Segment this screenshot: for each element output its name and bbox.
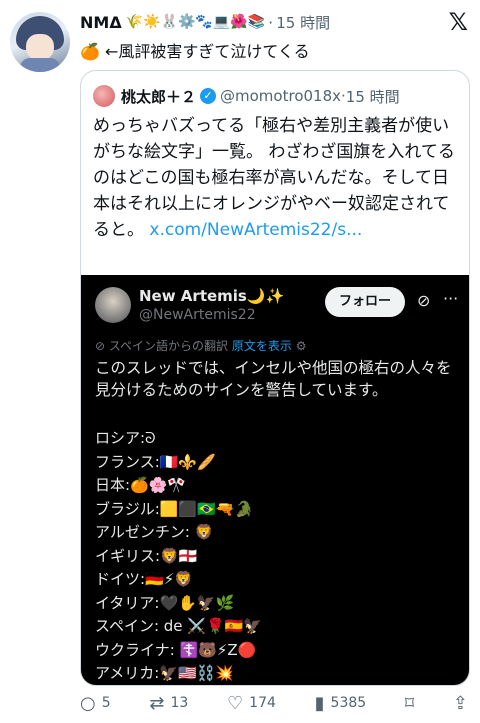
quoted-author-handle[interactable]: @momotro018x bbox=[220, 87, 341, 105]
embedded-author-handle: @NewArtemis22 bbox=[139, 307, 256, 323]
show-original-link: 原文を表示 bbox=[231, 339, 292, 353]
quoted-post-time[interactable]: 15 時間 bbox=[346, 86, 400, 107]
list-item: イギリス:🦁🏴󠁧󠁢󠁥󠁮󠁧󠁿 bbox=[95, 546, 198, 565]
more-options-icon: ··· bbox=[443, 289, 459, 308]
list-item: ロシア:ᘐ bbox=[95, 429, 156, 447]
like-button[interactable]: ♡ 174 bbox=[227, 693, 276, 714]
author-avatar[interactable] bbox=[10, 12, 70, 72]
quoted-author-name[interactable]: 桃太郎＋２ bbox=[121, 86, 196, 107]
list-item: イタリア:🖤✋🦅🌿 bbox=[95, 593, 235, 612]
views-button[interactable]: ▮ 5385 bbox=[315, 693, 367, 714]
post-header: NMΔ 🌾☀️🐰⚙️🐾💻🌺📚 · 15 時間 bbox=[80, 12, 331, 33]
post-time[interactable]: 15 時間 bbox=[276, 12, 330, 33]
list-item: フランス:🇫🇷⚜️🥖 bbox=[95, 452, 216, 471]
quoted-post-body: めっちゃバズってる「極右や差別主義者が使いがちな絵文字」一覧。 わざわざ国旗を入… bbox=[93, 113, 459, 243]
country-emoji-list: ロシア:ᘐ フランス:🇫🇷⚜️🥖 日本:🍊🌸🎌 ブラジル:🟨⬛🇧🇷🔫🐊 アルゼン… bbox=[95, 427, 457, 685]
bookmark-button[interactable]: ⌑ bbox=[405, 693, 414, 714]
quoted-author-avatar[interactable] bbox=[93, 85, 115, 107]
repost-icon: ⇄ bbox=[149, 692, 165, 714]
grok-icon: ⊘ bbox=[417, 291, 431, 310]
verified-badge-icon: ✓ bbox=[200, 88, 217, 104]
translation-source: スペイン語からの翻訳 bbox=[108, 339, 229, 353]
action-bar: ○ 5 ⇄ 13 ♡ 174 ▮ 5385 ⌑ ⇪ bbox=[80, 686, 468, 720]
globe-icon: ⊘ bbox=[95, 339, 106, 353]
embedded-screenshot[interactable]: New Artemis🌙✨ @NewArtemis22 フォロー ⊘ ··· ⊘… bbox=[81, 275, 469, 685]
list-item: ブラジル:🟨⬛🇧🇷🔫🐊 bbox=[95, 499, 254, 518]
repost-count: 13 bbox=[170, 695, 189, 711]
repost-button[interactable]: ⇄ 13 bbox=[149, 693, 188, 714]
x-logo-icon[interactable]: 𝕏 bbox=[449, 8, 468, 36]
like-count: 174 bbox=[249, 695, 276, 711]
settings-icon: ⚙ bbox=[295, 339, 307, 353]
views-count: 5385 bbox=[330, 695, 367, 711]
post-text: 🍊 ←風評被害すぎて泣けてくる bbox=[80, 42, 310, 61]
author-name-emojis: 🌾☀️🐰⚙️🐾💻🌺📚 bbox=[125, 14, 266, 30]
follow-button: フォロー bbox=[325, 287, 405, 317]
reply-button[interactable]: ○ 5 bbox=[80, 693, 111, 714]
list-item: アルゼンチン: 🦁 bbox=[95, 523, 214, 541]
embedded-author-avatar bbox=[95, 287, 131, 323]
quoted-post-link[interactable]: x.com/NewArtemis22/s... bbox=[149, 220, 362, 240]
reply-icon: ○ bbox=[80, 692, 96, 714]
list-item: 日本:🍊🌸🎌 bbox=[95, 476, 187, 494]
quoted-post[interactable]: 桃太郎＋２ ✓ @momotro018x · 15 時間 めっちゃバズってる「極… bbox=[80, 70, 470, 686]
heart-icon: ♡ bbox=[227, 692, 244, 714]
embedded-text: このスレッドでは、インセルや他国の極右の人々を見分けるためのサインを警告していま… bbox=[95, 359, 452, 399]
list-item: アメリカ:🦅🇺🇸⛓️💥 bbox=[95, 664, 235, 682]
list-item: ドイツ:🇩🇪⚡🦁 bbox=[95, 570, 193, 588]
list-item: スペイン: de ⚔️🌹🇪🇸🦅 bbox=[95, 617, 262, 635]
reply-count: 5 bbox=[101, 695, 111, 711]
list-item: ウクライナ: ☦️🐻⚡Z🔴 bbox=[95, 640, 257, 659]
share-icon: ⇪ bbox=[452, 692, 468, 714]
author-name[interactable]: NMΔ bbox=[80, 13, 122, 32]
bookmark-icon: ⌑ bbox=[404, 692, 415, 714]
translation-note: ⊘ スペイン語からの翻訳 原文を表示 ⚙ bbox=[95, 337, 307, 354]
views-icon: ▮ bbox=[314, 692, 325, 714]
embedded-author-name: New Artemis🌙✨ bbox=[139, 287, 285, 305]
share-button[interactable]: ⇪ bbox=[453, 693, 468, 714]
quoted-post-header: 桃太郎＋２ ✓ @momotro018x · 15 時間 bbox=[93, 85, 459, 107]
